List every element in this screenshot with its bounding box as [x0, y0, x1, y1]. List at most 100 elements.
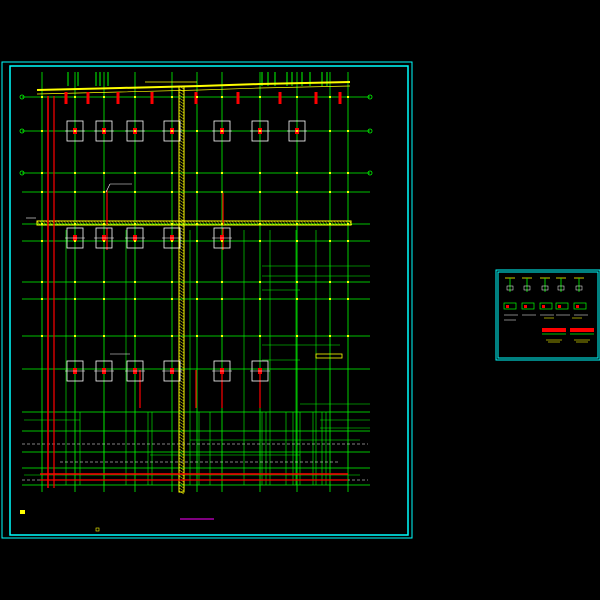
section-detail-icon — [522, 277, 532, 292]
grid-node — [221, 223, 223, 225]
grid-node — [296, 240, 298, 242]
beam-hatch — [178, 457, 185, 462]
beam-hatch — [178, 199, 185, 204]
beam-hatch — [178, 178, 185, 183]
beam-hatch — [178, 277, 185, 282]
beam-hatch — [178, 163, 185, 168]
rebar-mark-icon — [338, 92, 342, 104]
beam-hatch — [178, 313, 185, 318]
grid-node — [196, 240, 198, 242]
detail-rebar — [524, 305, 527, 308]
grid-node — [171, 130, 173, 132]
misc-marks — [20, 183, 343, 532]
beam-hatch — [178, 424, 185, 429]
beam-hatch — [178, 412, 185, 417]
beam-hatch — [178, 301, 185, 306]
section-detail-icon — [521, 302, 536, 316]
grid-node — [196, 223, 198, 225]
rebar-mark-icon — [150, 92, 154, 104]
grid-node — [171, 335, 173, 337]
grid-node — [41, 172, 43, 174]
rebar-mark-icon — [116, 92, 120, 104]
beam-hatch — [178, 325, 185, 330]
grid-node — [221, 298, 223, 300]
grid-node — [74, 281, 76, 283]
cad-drawing — [1, 61, 600, 539]
beam-hatch — [178, 445, 185, 450]
beam-hatch — [178, 409, 185, 414]
beam-hatch — [178, 100, 185, 105]
beam-hatch — [178, 352, 185, 357]
roof-edge-line — [36, 81, 351, 91]
grid-node — [196, 298, 198, 300]
beam-hatch — [178, 433, 185, 438]
beam-hatch — [178, 286, 185, 291]
beam-hatch — [178, 190, 185, 195]
grid-node — [134, 298, 136, 300]
grid-node — [221, 96, 223, 98]
beam-hatch — [178, 418, 185, 423]
grid-node — [74, 172, 76, 174]
grid-node — [134, 172, 136, 174]
grid-node — [103, 191, 105, 193]
beam-hatch — [178, 109, 185, 114]
beam-hatch — [178, 148, 185, 153]
main-sheet — [1, 61, 413, 539]
roof-edge-line — [36, 85, 351, 95]
grid-node — [171, 96, 173, 98]
grid-node — [196, 191, 198, 193]
grid-node — [296, 130, 298, 132]
beam-hatch — [178, 334, 185, 339]
beam-hatch — [178, 391, 185, 396]
section-detail-icon — [573, 302, 588, 316]
beam-hatch — [178, 175, 185, 180]
beam-hatch — [178, 463, 185, 468]
grid-node — [196, 130, 198, 132]
label-box — [315, 353, 343, 359]
grid-node — [329, 172, 331, 174]
beam-hatch — [178, 319, 185, 324]
grid-node — [74, 240, 76, 242]
beam-hatch — [178, 274, 185, 279]
beam-hatch — [178, 253, 185, 258]
detail-box — [539, 302, 553, 310]
grid-node — [74, 130, 76, 132]
section-detail-icon — [503, 302, 518, 316]
section-detail-icon — [540, 277, 550, 292]
grid-node — [221, 335, 223, 337]
grid-node — [347, 335, 349, 337]
detail-box — [555, 302, 569, 310]
grid-node — [329, 335, 331, 337]
beam-hatch — [178, 214, 185, 219]
beam-hatch — [178, 271, 185, 276]
beam-hatch — [178, 421, 185, 426]
grid-node — [221, 191, 223, 193]
grid-node — [259, 298, 261, 300]
grid-node — [347, 281, 349, 283]
grid-node — [134, 335, 136, 337]
grid-node — [296, 281, 298, 283]
beam-hatch — [178, 439, 185, 444]
beam-hatch — [178, 346, 185, 351]
grid-node — [103, 240, 105, 242]
section-detail-icon — [555, 302, 570, 316]
detail-box — [503, 302, 517, 310]
beam-hatch — [178, 94, 185, 99]
beam-hatch — [178, 283, 185, 288]
grid-node — [196, 96, 198, 98]
detail-bar — [570, 328, 594, 332]
grid-node — [329, 130, 331, 132]
beam-hatch — [178, 322, 185, 327]
grid-node — [221, 130, 223, 132]
beam-hatch — [178, 112, 185, 117]
beam-hatch — [178, 337, 185, 342]
beam-hatch — [178, 280, 185, 285]
detail-rebar — [506, 305, 509, 308]
grid-node — [259, 335, 261, 337]
detail-rebar — [576, 305, 579, 308]
leader-line — [105, 183, 111, 193]
grid-node — [347, 298, 349, 300]
beam-lines — [36, 81, 353, 495]
beam-hatch — [178, 298, 185, 303]
grid-node — [134, 223, 136, 225]
